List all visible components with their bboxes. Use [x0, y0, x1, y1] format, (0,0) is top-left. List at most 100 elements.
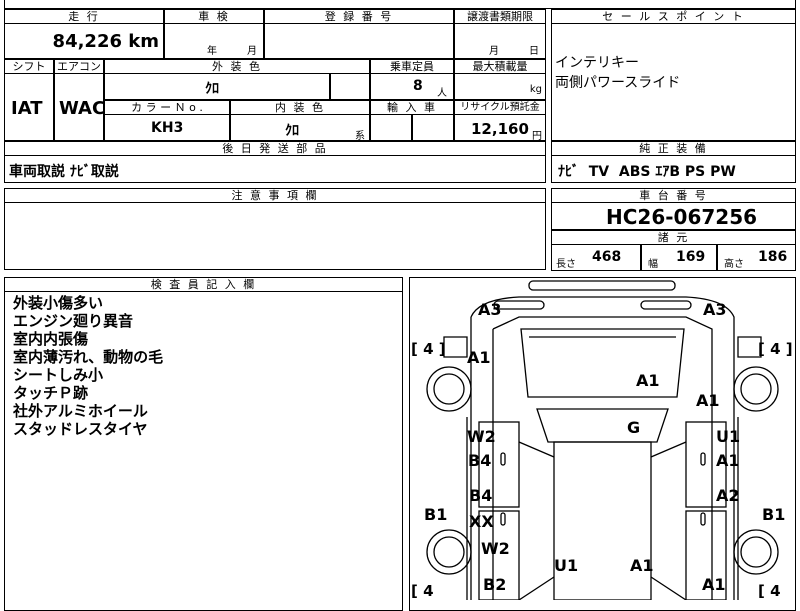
recycle-unit: 円 [532, 131, 542, 142]
interior-color-cell: ｸﾛ 系 [230, 114, 370, 142]
recycle-value: 12,160 [471, 120, 529, 138]
transfer-deadline-cell: 月 日 [454, 23, 546, 59]
inspection-month: 月 [247, 46, 257, 57]
import-header: 輸 入 車 [370, 100, 454, 115]
shift-header: シフト [4, 59, 54, 74]
inspector-remarks-cell: 外装小傷多い エンジン廻り異音 室内内張傷 室内薄汚れ、動物の毛 シートしみ小 … [4, 291, 403, 611]
exterior-color-extra-cell [330, 73, 370, 100]
remark-line: 室内薄汚れ、動物の毛 [13, 348, 164, 366]
transfer-day: 日 [529, 46, 539, 57]
capacity-value: 8 [413, 78, 423, 94]
caution-cell [4, 202, 546, 270]
damage-label-a1-front-right: A1 [696, 391, 720, 410]
remark-line: エンジン廻り異音 [13, 312, 134, 330]
later-parts-value: 車両取説 ﾅﾋﾞ取説 [9, 164, 119, 180]
height-value: 186 [758, 249, 788, 265]
shift-cell: IAT [4, 73, 54, 141]
color-no-cell: KH3 [104, 114, 230, 141]
damage-label-b4-front-door: B4 [468, 451, 492, 470]
remark-line: スタッドレスタイヤ [13, 420, 148, 438]
capacity-header: 乗車定員 [370, 59, 454, 74]
damage-label-a1-right-door: A1 [716, 451, 740, 470]
top-clip-border [4, 0, 796, 9]
shift-value: IAT [11, 98, 43, 119]
sales-point-1: インテリキー [555, 55, 639, 71]
remark-line: タッチＰ跡 [13, 384, 89, 402]
wheel-bracket-top-left: [ 4 ] [411, 340, 446, 358]
dimensions-length-cell: 長さ 468 [551, 244, 641, 271]
max-load-unit: kg [529, 84, 542, 95]
wheel-bracket-bottom-left: [ 4 [411, 582, 434, 600]
registration-cell [264, 23, 454, 59]
damage-label-xx-rear-door: XX [469, 512, 494, 531]
mileage-header: 走 行 [4, 9, 164, 24]
max-load-header: 最大積載量 [454, 59, 546, 74]
mileage-cell: 84,226 km [4, 23, 164, 59]
dimensions-header: 諸 元 [551, 230, 796, 245]
wheel-bracket-bottom-right: [ 4 [758, 582, 781, 600]
interior-color-value: ｸﾛ [285, 123, 299, 139]
import-cell-b [412, 114, 454, 141]
sales-point-cell: インテリキー 両側パワースライド [551, 23, 796, 141]
remark-line: 室内内張傷 [13, 330, 89, 348]
equipment-cell: ﾅﾋﾞ TV ABS ｴｱB PS PW [551, 155, 796, 183]
damage-label-b2-rear-left: B2 [483, 575, 507, 594]
remark-line: 外装小傷多い [13, 294, 104, 312]
inspection-header: 車 検 [164, 9, 264, 24]
registration-header: 登 録 番 号 [264, 9, 454, 24]
caution-header: 注 意 事 項 欄 [4, 188, 546, 203]
dimensions-height-cell: 高さ 186 [717, 244, 796, 271]
recycle-header: リサイクル預託金 [454, 100, 546, 115]
damage-label-u1-rear: U1 [554, 556, 579, 575]
exterior-color-cell: ｸﾛ [104, 73, 330, 100]
damage-label-w2-rear-left: W2 [481, 539, 510, 558]
inspection-year: 年 [207, 46, 217, 57]
inspector-header: 検 査 員 記 入 欄 [4, 277, 403, 292]
exterior-color-header: 外 装 色 [104, 59, 370, 74]
width-value: 169 [676, 249, 706, 265]
later-parts-cell: 車両取説 ﾅﾋﾞ取説 [4, 155, 546, 183]
aircon-value: WAC [59, 98, 106, 119]
width-label: 幅 [648, 259, 658, 270]
mileage-value: 84,226 km [52, 31, 159, 52]
damage-label-g-windshield: G [627, 418, 641, 437]
damage-label-a1-rear-center: A1 [630, 556, 654, 575]
exterior-color-value: ｸﾛ [205, 81, 219, 97]
import-cell-a [370, 114, 412, 141]
capacity-cell: 8 人 [370, 73, 454, 100]
aircon-header: エアコン [54, 59, 104, 74]
damage-label-a1-hood: A1 [636, 371, 660, 390]
damage-label-a3-right: A3 [703, 300, 727, 319]
equipment-header: 純 正 装 備 [551, 141, 796, 156]
damage-label-w2-front-door: W2 [467, 427, 496, 446]
height-label: 高さ [724, 259, 744, 270]
wheel-bracket-top-right: [ 4 ] [758, 340, 793, 358]
sales-point-2: 両側パワースライド [555, 75, 681, 91]
damage-label-a1-front-left: A1 [467, 348, 491, 367]
damage-label-a2-rear-right: A2 [716, 486, 740, 505]
length-label: 長さ [556, 259, 576, 270]
remark-line: 社外アルミホイール [13, 402, 148, 420]
remark-line: シートしみ小 [13, 366, 104, 384]
max-load-cell: kg [454, 73, 546, 100]
interior-color-suffix: 系 [355, 131, 365, 142]
equipment-value: ﾅﾋﾞ TV ABS ｴｱB PS PW [558, 164, 736, 180]
chassis-cell: HC26-067256 [551, 202, 796, 230]
interior-color-header: 内 装 色 [230, 100, 370, 115]
chassis-value: HC26-067256 [606, 205, 758, 229]
damage-label-u1-right-door: U1 [716, 427, 741, 446]
sales-point-header: セ ー ル ス ポ イ ン ト [551, 9, 796, 24]
recycle-cell: 12,160 円 [454, 114, 546, 142]
color-no-header: カ ラ ー Ｎ o . [104, 100, 230, 115]
aircon-cell: WAC [54, 73, 106, 141]
damage-label-b1-right: B1 [762, 505, 786, 524]
later-parts-header: 後 日 発 送 部 品 [4, 141, 546, 156]
damage-label-b1-left: B1 [424, 505, 448, 524]
damage-label-a3-left: A3 [478, 300, 502, 319]
length-value: 468 [592, 249, 622, 265]
dimensions-width-cell: 幅 169 [641, 244, 717, 271]
transfer-deadline-header: 譲渡書類期限 [454, 9, 546, 24]
transfer-month: 月 [489, 46, 499, 57]
color-no-value: KH3 [151, 120, 184, 136]
inspection-cell: 年 月 [164, 23, 264, 59]
